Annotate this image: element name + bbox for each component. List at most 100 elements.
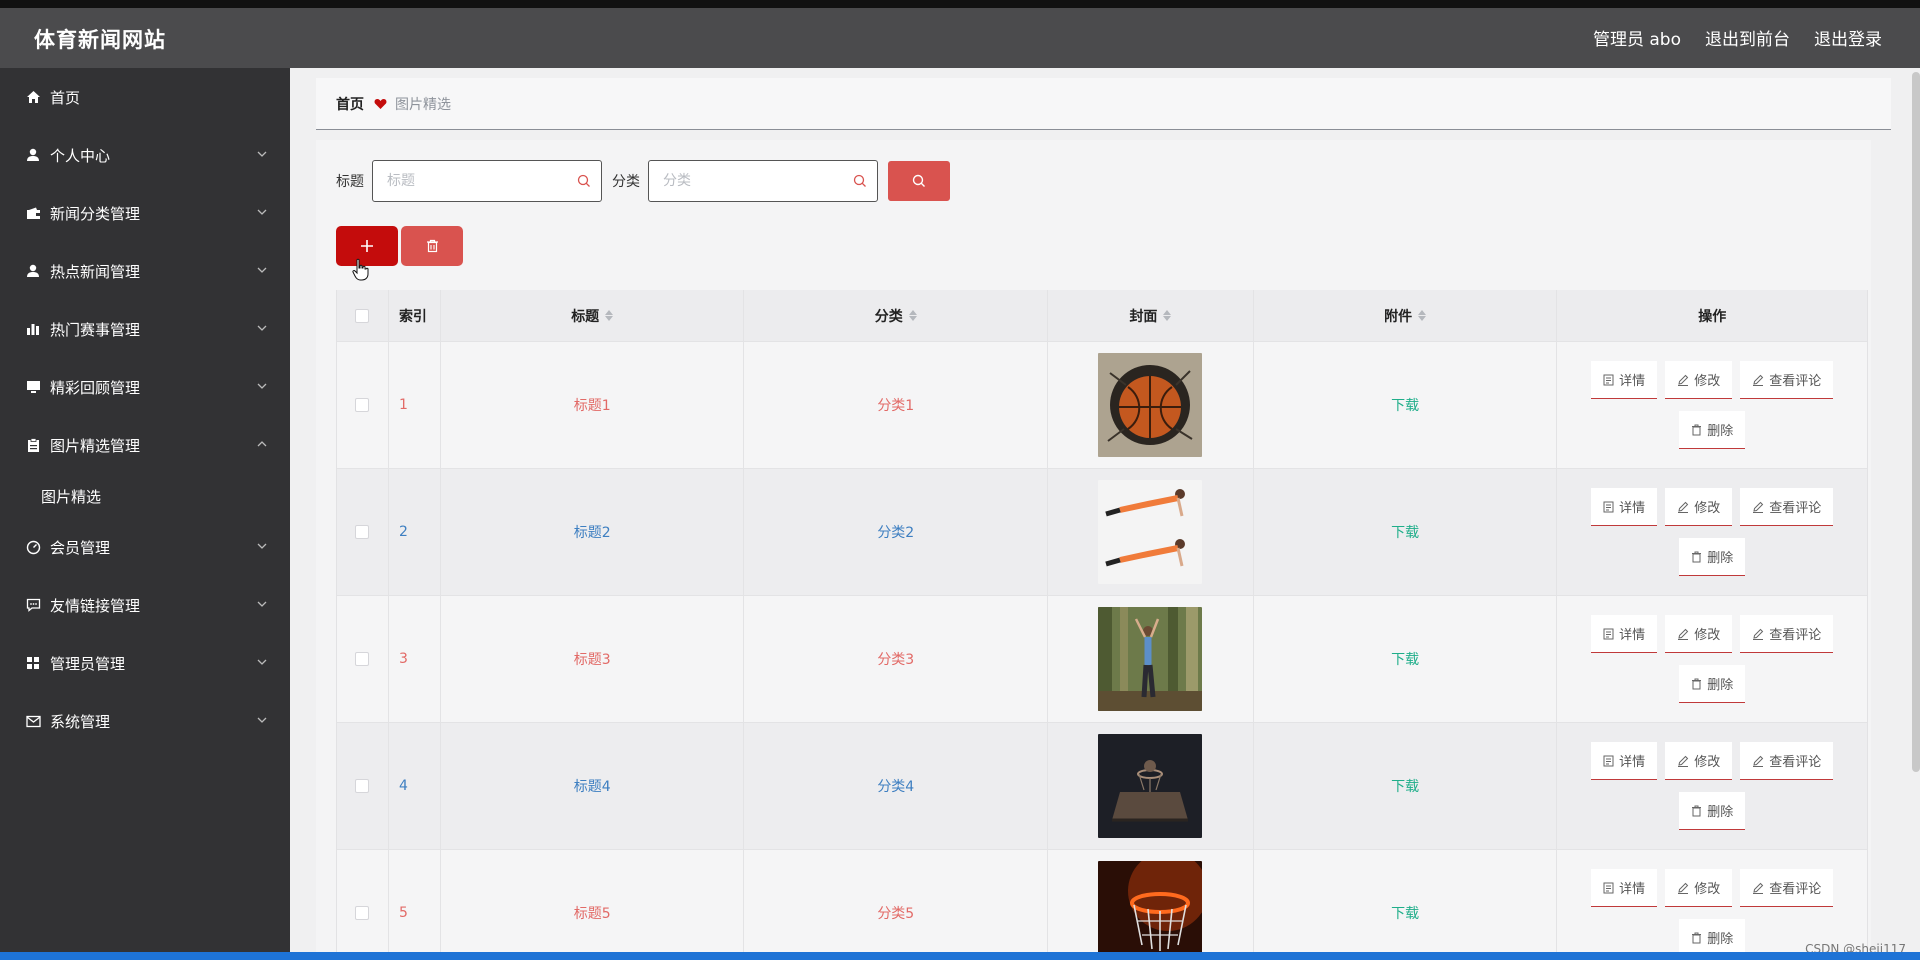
sidebar-item-hot-events[interactable]: 热门赛事管理 — [0, 300, 290, 358]
edit-icon — [1753, 628, 1764, 640]
row-checkbox[interactable] — [355, 779, 370, 793]
mail-icon — [25, 713, 41, 729]
view-comments-button[interactable]: 查看评论 — [1740, 742, 1834, 780]
cover-image-dark-hoop[interactable] — [1098, 734, 1203, 838]
download-link[interactable]: 下载 — [1391, 776, 1419, 796]
edit-label: 修改 — [1694, 501, 1721, 516]
admin-name[interactable]: 管理员 abo — [1593, 25, 1681, 50]
trash-icon — [1692, 678, 1702, 689]
sidebar-item-label: 首页 — [50, 88, 81, 107]
edit-button[interactable]: 修改 — [1665, 869, 1733, 907]
download-link[interactable]: 下载 — [1391, 649, 1419, 669]
sidebar-item-friend-links[interactable]: 友情链接管理 — [0, 576, 290, 634]
header-cover[interactable]: 封面 — [1048, 290, 1254, 341]
sidebar: 首页 个人中心 新闻分类管理 热点新闻管理 热门赛事管理 精彩回顾管理 图片精选… — [0, 68, 290, 960]
trash-icon — [426, 239, 438, 253]
view-comments-button[interactable]: 查看评论 — [1740, 361, 1834, 399]
search-icon — [853, 174, 866, 187]
sort-icon[interactable] — [1418, 310, 1427, 321]
page-scrollbar[interactable] — [1912, 72, 1920, 772]
sidebar-item-photo-gallery[interactable]: 图片精选管理 — [0, 416, 290, 474]
chevron-down-icon — [257, 209, 267, 215]
edit-label: 修改 — [1694, 882, 1721, 897]
chevron-down-icon — [257, 659, 267, 665]
bulk-delete-button[interactable] — [401, 226, 463, 266]
row-checkbox[interactable] — [355, 398, 370, 412]
sidebar-item-personal[interactable]: 个人中心 — [0, 126, 290, 184]
download-link[interactable]: 下载 — [1391, 395, 1419, 415]
edit-label: 修改 — [1694, 628, 1721, 643]
trash-icon — [1692, 932, 1702, 943]
trash-icon — [1692, 805, 1702, 816]
row-index: 1 — [389, 342, 441, 468]
edit-icon — [1753, 374, 1764, 386]
sidebar-item-home[interactable]: 首页 — [0, 68, 290, 126]
edit-button[interactable]: 修改 — [1665, 742, 1733, 780]
detail-button[interactable]: 详情 — [1591, 869, 1658, 907]
sidebar-item-hot-news[interactable]: 热点新闻管理 — [0, 242, 290, 300]
row-category: 分类2 — [744, 469, 1049, 595]
cover-image-forest-stretch[interactable] — [1098, 607, 1203, 711]
delete-button[interactable]: 删除 — [1679, 665, 1746, 703]
header-category[interactable]: 分类 — [744, 290, 1049, 341]
delete-button[interactable]: 删除 — [1679, 411, 1746, 449]
row-attachment-cell: 下载 — [1254, 469, 1558, 595]
row-checkbox-cell — [337, 469, 389, 595]
sidebar-item-admins[interactable]: 管理员管理 — [0, 634, 290, 692]
sidebar-subitem-photo-select[interactable]: 图片精选 — [0, 474, 290, 518]
cover-image-plank-workout[interactable] — [1098, 480, 1203, 584]
cover-image-fire-hoop[interactable] — [1098, 861, 1203, 960]
download-link[interactable]: 下载 — [1391, 903, 1419, 923]
sort-icon[interactable] — [605, 310, 614, 321]
sidebar-item-highlights[interactable]: 精彩回顾管理 — [0, 358, 290, 416]
search-button[interactable] — [888, 161, 950, 201]
detail-button[interactable]: 详情 — [1591, 488, 1658, 526]
sidebar-item-label: 精彩回顾管理 — [50, 378, 141, 397]
document-icon — [1603, 755, 1614, 766]
row-checkbox[interactable] — [355, 525, 370, 539]
detail-button[interactable]: 详情 — [1591, 361, 1658, 399]
sort-icon[interactable] — [1163, 310, 1172, 321]
detail-button[interactable]: 详情 — [1591, 742, 1658, 780]
download-link[interactable]: 下载 — [1391, 522, 1419, 542]
detail-button[interactable]: 详情 — [1591, 615, 1658, 653]
title-search-input[interactable] — [373, 161, 601, 201]
row-title: 标题4 — [441, 723, 745, 849]
delete-button[interactable]: 删除 — [1679, 538, 1746, 576]
edit-button[interactable]: 修改 — [1665, 615, 1733, 653]
sidebar-item-news-category[interactable]: 新闻分类管理 — [0, 184, 290, 242]
row-checkbox[interactable] — [355, 906, 370, 920]
user-icon — [25, 147, 41, 163]
header-title[interactable]: 标题 — [441, 290, 745, 341]
view-comments-button[interactable]: 查看评论 — [1740, 615, 1834, 653]
document-icon — [1603, 501, 1614, 512]
cover-image-basketball-wall[interactable] — [1098, 353, 1203, 457]
sort-icon[interactable] — [908, 310, 917, 321]
row-category: 分类3 — [744, 596, 1049, 722]
chevron-down-icon — [257, 601, 267, 607]
logout-link[interactable]: 退出登录 — [1814, 25, 1882, 50]
table-header: 索引 标题 分类 封面 附件 操作 — [337, 290, 1867, 342]
header-attachment[interactable]: 附件 — [1254, 290, 1558, 341]
breadcrumb: 首页 图片精选 — [316, 78, 1891, 130]
breadcrumb-home[interactable]: 首页 — [336, 94, 364, 114]
category-search-input[interactable] — [649, 161, 877, 201]
row-category: 分类4 — [744, 723, 1049, 849]
edit-button[interactable]: 修改 — [1665, 488, 1733, 526]
detail-label: 详情 — [1619, 755, 1646, 770]
view-comments-button[interactable]: 查看评论 — [1740, 869, 1834, 907]
row-cover-cell — [1048, 723, 1254, 849]
chevron-down-icon — [257, 325, 267, 331]
sidebar-item-system[interactable]: 系统管理 — [0, 692, 290, 750]
top-right-menu: 管理员 abo 退出到前台 退出登录 — [1593, 25, 1882, 50]
row-title: 标题2 — [441, 469, 745, 595]
delete-button[interactable]: 删除 — [1679, 792, 1746, 830]
view-comments-button[interactable]: 查看评论 — [1740, 488, 1834, 526]
to-front-link[interactable]: 退出到前台 — [1705, 25, 1790, 50]
row-checkbox-cell — [337, 723, 389, 849]
edit-button[interactable]: 修改 — [1665, 361, 1733, 399]
row-attachment-cell: 下载 — [1254, 342, 1558, 468]
sidebar-item-members[interactable]: 会员管理 — [0, 518, 290, 576]
row-checkbox[interactable] — [355, 652, 370, 666]
select-all-checkbox[interactable] — [355, 308, 370, 323]
